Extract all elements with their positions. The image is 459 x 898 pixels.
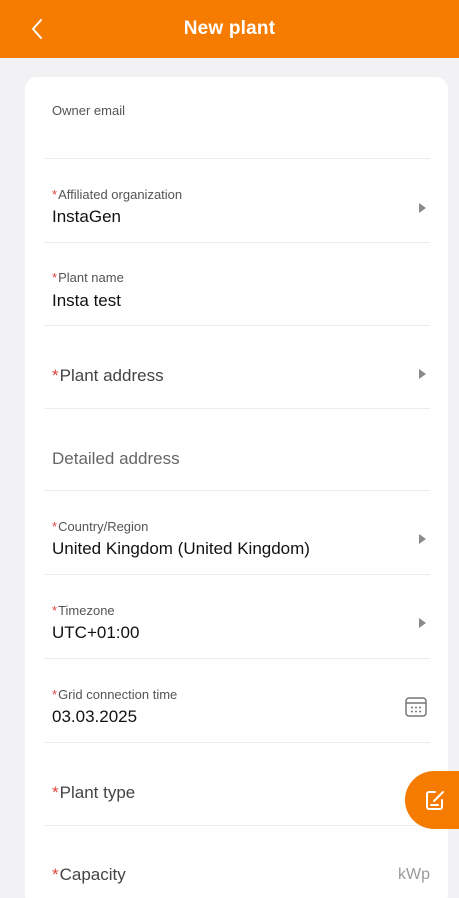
timezone-row[interactable]: *Timezone UTC+01:00 xyxy=(44,575,430,659)
detailed-address-input[interactable]: Detailed address xyxy=(52,449,180,469)
plant-address-row[interactable]: *Plant address xyxy=(44,326,430,409)
edit-note-button[interactable] xyxy=(405,771,459,829)
chevron-right-icon[interactable] xyxy=(419,369,426,379)
country-region-label: *Country/Region xyxy=(52,519,149,534)
plant-name-value: Insta test xyxy=(52,291,121,310)
form-card: Owner email *Affiliated organization Ins… xyxy=(25,77,448,898)
capacity-unit: kWp xyxy=(398,866,430,883)
app-header: New plant xyxy=(0,0,459,58)
capacity-row[interactable]: *Capacity kWp xyxy=(44,826,430,898)
plant-address-label: *Plant address xyxy=(52,366,164,385)
required-marker: * xyxy=(52,187,58,202)
chevron-right-icon[interactable] xyxy=(419,534,426,544)
grid-connection-time-value: 03.03.2025 xyxy=(52,707,138,726)
owner-email-row[interactable]: Owner email xyxy=(44,77,430,159)
owner-email-label: Owner email xyxy=(52,103,125,118)
plant-type-row[interactable]: *Plant type xyxy=(44,743,430,826)
required-marker: * xyxy=(52,519,58,534)
timezone-value: UTC+01:00 xyxy=(52,623,140,642)
affiliated-organization-value: InstaGen xyxy=(52,207,121,226)
timezone-label: *Timezone xyxy=(52,603,115,618)
grid-connection-time-label: *Grid connection time xyxy=(52,687,178,702)
required-marker: * xyxy=(52,783,59,802)
country-region-value: United Kingdom (United Kingdom) xyxy=(52,539,310,558)
required-marker: * xyxy=(52,687,58,702)
detailed-address-row[interactable]: Detailed address xyxy=(44,409,430,491)
required-marker: * xyxy=(52,865,59,884)
affiliated-organization-row[interactable]: *Affiliated organization InstaGen xyxy=(44,159,430,243)
required-marker: * xyxy=(52,366,59,385)
required-marker: * xyxy=(52,270,58,285)
affiliated-organization-label: *Affiliated organization xyxy=(52,187,183,202)
capacity-label: *Capacity xyxy=(52,865,126,884)
required-marker: * xyxy=(52,603,58,618)
owner-email-field[interactable] xyxy=(52,117,302,139)
plant-type-label: *Plant type xyxy=(52,783,136,802)
plant-name-row[interactable]: *Plant name Insta test xyxy=(44,243,430,326)
plant-name-label: *Plant name xyxy=(52,270,124,285)
country-region-row[interactable]: *Country/Region United Kingdom (United K… xyxy=(44,491,430,575)
edit-note-icon xyxy=(426,791,444,810)
grid-connection-time-row[interactable]: *Grid connection time 03.03.2025 xyxy=(44,659,430,743)
page-title: New plant xyxy=(183,18,276,39)
chevron-right-icon[interactable] xyxy=(419,618,426,628)
calendar-icon[interactable] xyxy=(405,697,427,717)
chevron-right-icon[interactable] xyxy=(419,203,426,213)
